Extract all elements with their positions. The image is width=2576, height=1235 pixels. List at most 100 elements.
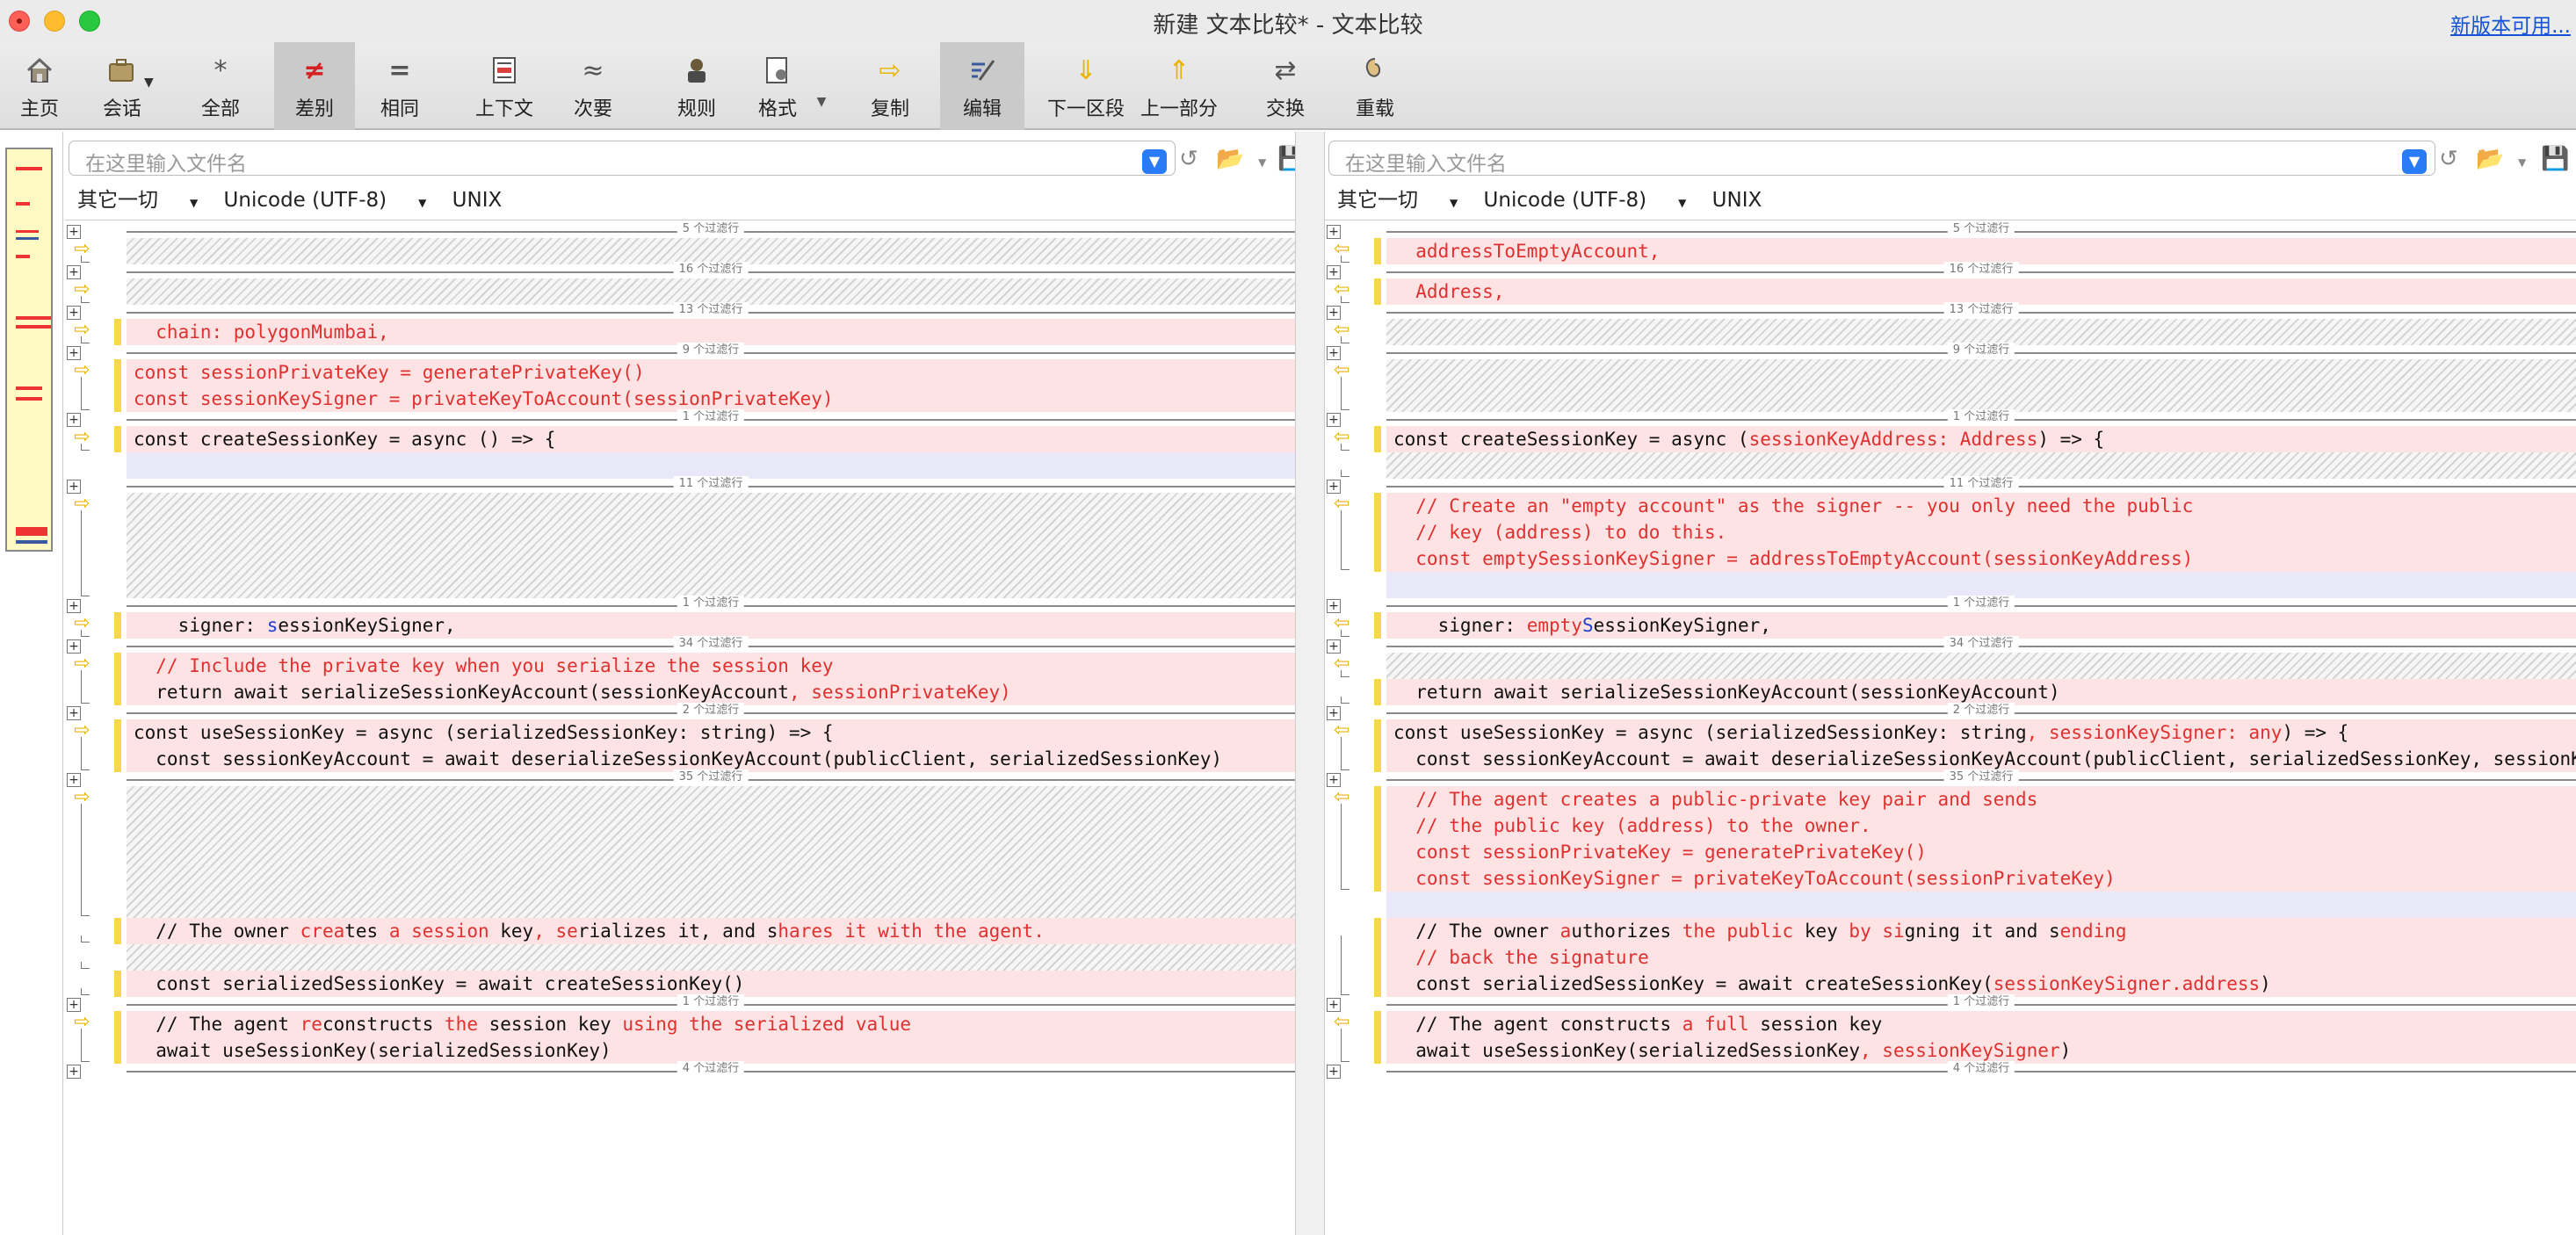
copy-button[interactable]: ⇨ 复制	[859, 42, 921, 130]
expand-section-button[interactable]: +	[1327, 706, 1341, 720]
right-encoding-select[interactable]: Unicode (UTF-8)	[1484, 189, 1647, 212]
session-dropdown-arrow[interactable]: ▼	[144, 76, 154, 90]
code-token: a full	[1682, 1014, 1761, 1035]
right-filename-dropdown[interactable]: ▼	[2402, 149, 2427, 174]
expand-section-button[interactable]: +	[1327, 306, 1341, 320]
expand-section-button[interactable]: +	[1327, 225, 1341, 239]
home-button[interactable]: 主页	[9, 42, 70, 130]
right-text-area[interactable]: + ⇦ + ⇦ + ⇦ + ⇦ + ⇦ + ⇦ + ⇦ + ⇦ + ⇦ + ⇦ + ⇦ + addressToEmptyAc…	[1325, 220, 2576, 1235]
expand-section-button[interactable]: +	[67, 346, 81, 360]
left-open-folder-icon[interactable]: 📂	[1216, 146, 1244, 172]
block-bracket	[1341, 804, 1350, 890]
right-filename-input[interactable]: 在这里输入文件名	[1328, 141, 2435, 176]
left-line-ending[interactable]: UNIX	[452, 189, 503, 212]
rules-button[interactable]: 规则	[666, 42, 727, 130]
vertical-scrollbar-left[interactable]	[1295, 132, 1325, 1235]
equals-icon: =	[388, 54, 411, 86]
filtered-lines-separator: 1 个过滤行	[1386, 596, 2576, 611]
left-text-area[interactable]: + ⇨ + ⇨ + ⇨ + ⇨ + ⇨ + ⇨ + ⇨ + ⇨ + ⇨ + ⇨ + ⇨ + chain: polygonMu…	[65, 220, 1295, 1235]
expand-section-button[interactable]: +	[1327, 413, 1341, 427]
code-line: // The agent reconstructs the session ke…	[127, 1011, 1295, 1037]
expand-section-button[interactable]: +	[1327, 599, 1341, 613]
expand-section-button[interactable]: +	[1327, 346, 1341, 360]
code-token: constructs	[322, 1014, 445, 1035]
filtered-lines-separator: 1 个过滤行	[127, 596, 1295, 611]
filtered-lines-separator: 4 个过滤行	[127, 1061, 1295, 1077]
change-marker	[114, 359, 121, 412]
code-token: const sessionKeySigner = privateKeyToAcc…	[134, 388, 834, 409]
code-token: s	[266, 615, 279, 636]
overview-viewport[interactable]	[5, 148, 53, 552]
prev-section-button[interactable]: ⇑ 上一部分	[1137, 42, 1221, 130]
expand-section-button[interactable]: +	[67, 773, 81, 787]
code-token: const emptySessionKeySigner = addressToE…	[1393, 548, 2194, 569]
edit-button[interactable]: 编辑	[940, 42, 1024, 130]
missing-line-placeholder	[127, 572, 1295, 598]
difference-overview-strip[interactable]	[0, 132, 63, 1235]
format-icon	[763, 51, 792, 90]
left-encoding-select[interactable]: Unicode (UTF-8)	[224, 189, 387, 212]
expand-section-button[interactable]: +	[67, 639, 81, 654]
expand-section-button[interactable]: +	[1327, 1065, 1341, 1079]
filtered-lines-count: 34 个过滤行	[673, 636, 749, 652]
filtered-lines-count: 11 个过滤行	[673, 476, 749, 492]
chevron-down-icon: ▼	[816, 95, 827, 109]
code-token: it	[666, 921, 700, 942]
code-line: // The agent creates a public-private ke…	[1386, 786, 2576, 812]
filtered-lines-count: 1 个过滤行	[1947, 596, 2015, 611]
code-token: chain: polygonMumbai,	[134, 321, 389, 343]
filtered-lines-separator: 2 个过滤行	[127, 703, 1295, 719]
filtered-lines-separator: 9 个过滤行	[127, 343, 1295, 358]
swap-button[interactable]: ⇄ 交换	[1255, 42, 1316, 130]
expand-section-button[interactable]: +	[67, 306, 81, 320]
reload-button[interactable]: 重载	[1344, 42, 1406, 130]
expand-section-button[interactable]: +	[67, 599, 81, 613]
expand-section-button[interactable]: +	[67, 225, 81, 239]
expand-section-button[interactable]: +	[67, 706, 81, 720]
right-filter-select[interactable]: 其它一切	[1337, 189, 1418, 212]
diffs-button[interactable]: ≠ 差别	[274, 42, 355, 130]
format-dropdown-arrow[interactable]: ▼	[808, 42, 835, 130]
expand-section-button[interactable]: +	[67, 480, 81, 494]
code-token: the	[445, 1014, 489, 1035]
session-button[interactable]: ▼ 会话	[91, 42, 154, 130]
format-button[interactable]: 格式	[747, 42, 808, 130]
minor-button[interactable]: ≈ 次要	[562, 42, 624, 130]
code-token: const sessionPrivateKey = generatePrivat…	[134, 362, 645, 383]
block-bracket	[1341, 336, 1350, 343]
code-token: )	[2260, 973, 2271, 994]
expand-section-button[interactable]: +	[1327, 265, 1341, 279]
right-open-folder-icon[interactable]: 📂	[2476, 146, 2504, 172]
left-filename-dropdown[interactable]: ▼	[1142, 149, 1167, 174]
block-bracket	[1341, 697, 1350, 704]
right-open-chevron-icon[interactable]: ▼	[2518, 156, 2526, 169]
expand-section-button[interactable]: +	[1327, 639, 1341, 654]
block-bracket	[1341, 630, 1350, 637]
change-marker	[114, 653, 121, 705]
update-available-link[interactable]: 新版本可用...	[2450, 9, 2571, 39]
code-token: by	[1849, 921, 1883, 942]
expand-section-button[interactable]: +	[67, 413, 81, 427]
next-section-button[interactable]: ⇓ 下一区段	[1044, 42, 1128, 130]
expand-section-button[interactable]: +	[67, 1065, 81, 1079]
expand-section-button[interactable]: +	[67, 998, 81, 1012]
left-filter-select[interactable]: 其它一切	[77, 189, 158, 212]
right-line-ending[interactable]: UNIX	[1712, 189, 1762, 212]
expand-section-button[interactable]: +	[1327, 773, 1341, 787]
same-button[interactable]: = 相同	[369, 42, 431, 130]
all-button[interactable]: * 全部	[190, 42, 251, 130]
change-marker	[1374, 238, 1381, 264]
left-filename-input[interactable]: 在这里输入文件名	[69, 141, 1176, 176]
filtered-lines-count: 4 个过滤行	[1947, 1061, 2015, 1077]
context-button[interactable]: 上下文	[469, 42, 539, 130]
block-bracket	[1341, 256, 1350, 263]
right-save-icon[interactable]: 💾	[2541, 146, 2569, 172]
expand-section-button[interactable]: +	[1327, 998, 1341, 1012]
filtered-lines-separator: 35 个过滤行	[1386, 769, 2576, 785]
left-open-chevron-icon[interactable]: ▼	[1258, 156, 1266, 169]
left-reload-icon[interactable]: ↺	[1179, 146, 1198, 172]
right-reload-icon[interactable]: ↺	[2439, 146, 2458, 172]
expand-section-button[interactable]: +	[1327, 480, 1341, 494]
expand-section-button[interactable]: +	[67, 265, 81, 279]
code-token: // back the signature	[1393, 947, 1649, 968]
